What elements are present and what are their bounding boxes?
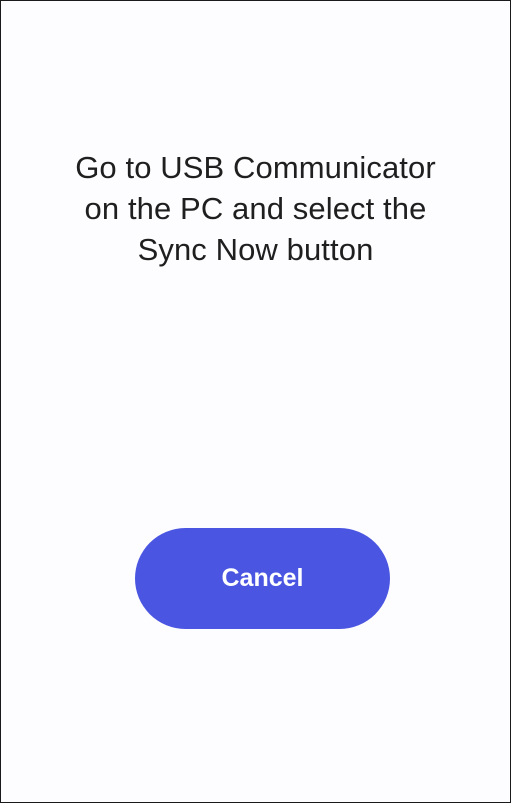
sync-dialog-screen: Go to USB Communicator on the PC and sel… (0, 0, 511, 803)
instruction-line: Sync Now button (137, 232, 374, 267)
cancel-button[interactable]: Cancel (135, 528, 390, 629)
sync-instruction-message: Go to USB Communicator on the PC and sel… (21, 147, 490, 270)
instruction-line: Go to USB Communicator (75, 150, 436, 185)
instruction-line: on the PC and select the (84, 191, 427, 226)
